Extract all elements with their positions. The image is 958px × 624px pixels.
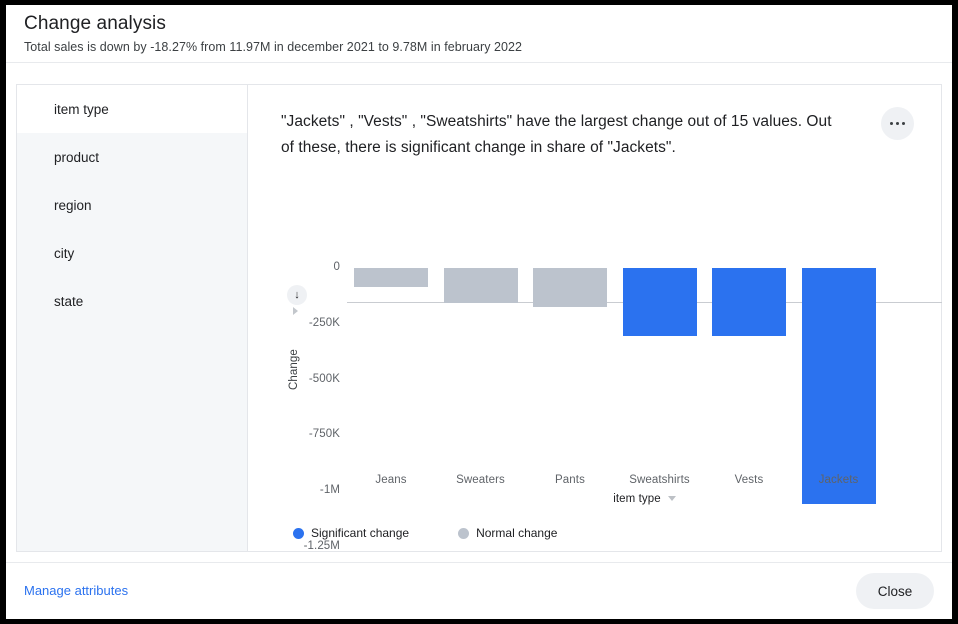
legend-label: Normal change bbox=[476, 526, 557, 540]
plot-area: Jeans Sweaters Pants Sweatshirts Vests Jacket… bbox=[347, 85, 942, 551]
attribute-sidebar: item type product region city state bbox=[17, 85, 248, 551]
bar-vests[interactable] bbox=[712, 268, 786, 336]
legend-color-swatch bbox=[293, 528, 304, 539]
bar-sweaters[interactable] bbox=[444, 268, 518, 303]
sidebar-item-product[interactable]: product bbox=[17, 133, 247, 181]
sidebar-item-label: item type bbox=[54, 102, 109, 117]
x-axis-tick-label: Vests bbox=[712, 474, 786, 486]
bar-pants[interactable] bbox=[533, 268, 607, 307]
legend-item[interactable]: Normal change bbox=[458, 526, 557, 540]
bar-sweatshirts[interactable] bbox=[623, 268, 697, 336]
sidebar-item-region[interactable]: region bbox=[17, 181, 247, 229]
sidebar-item-label: region bbox=[54, 198, 92, 213]
dialog-footer: Manage attributes Close bbox=[6, 562, 952, 619]
legend-item[interactable]: Significant change bbox=[293, 526, 409, 540]
screen: Change analysis Total sales is down by -… bbox=[0, 0, 958, 624]
x-axis-tick-label: Jeans bbox=[354, 474, 428, 486]
dialog-header: Change analysis Total sales is down by -… bbox=[6, 5, 952, 63]
bar-jackets[interactable] bbox=[802, 268, 876, 504]
close-button[interactable]: Close bbox=[856, 573, 934, 609]
legend-color-swatch bbox=[458, 528, 469, 539]
y-axis-tick-label: -1.25M bbox=[260, 540, 340, 552]
sidebar-item-item-type[interactable]: item type bbox=[17, 85, 247, 133]
x-axis-tick-label: Jackets bbox=[802, 474, 876, 486]
legend-label: Significant change bbox=[311, 526, 409, 540]
dialog-subtitle: Total sales is down by -18.27% from 11.9… bbox=[24, 40, 522, 54]
chart-legend: Significant change Normal change bbox=[293, 526, 557, 540]
sidebar-item-city[interactable]: city bbox=[17, 229, 247, 277]
sidebar-item-label: city bbox=[54, 246, 74, 261]
y-axis-tick-label: 0 bbox=[260, 261, 340, 273]
x-axis-tick-label: Sweaters bbox=[444, 474, 518, 486]
sidebar-item-label: state bbox=[54, 294, 83, 309]
y-axis-tick-label: -750K bbox=[260, 428, 340, 440]
bar-jeans[interactable] bbox=[354, 268, 428, 287]
x-axis-tick-label: Pants bbox=[533, 474, 607, 486]
y-axis-ticks: 0 -250K -500K -750K -1M -1.25M bbox=[248, 85, 340, 551]
manage-attributes-link[interactable]: Manage attributes bbox=[24, 583, 128, 598]
y-axis-tick-label: -1M bbox=[260, 484, 340, 496]
change-analysis-dialog: Change analysis Total sales is down by -… bbox=[6, 5, 952, 619]
sidebar-item-state[interactable]: state bbox=[17, 277, 247, 325]
waterfall-chart: Change ↓ 0-250K-500K-750K-1M-1.25M Jeans… bbox=[248, 85, 942, 551]
y-axis-tick-label: -250K bbox=[260, 317, 340, 329]
analysis-card: item type product region city state "Jackets… bbox=[16, 84, 942, 552]
y-axis-tick-label: -500K bbox=[260, 373, 340, 385]
x-axis-tick-label: Sweatshirts bbox=[623, 474, 697, 486]
sidebar-item-label: product bbox=[54, 150, 99, 165]
analysis-main-panel: "Jackets" , "Vests" , "Sweatshirts" have… bbox=[248, 85, 941, 551]
page-title: Change analysis bbox=[24, 13, 166, 35]
